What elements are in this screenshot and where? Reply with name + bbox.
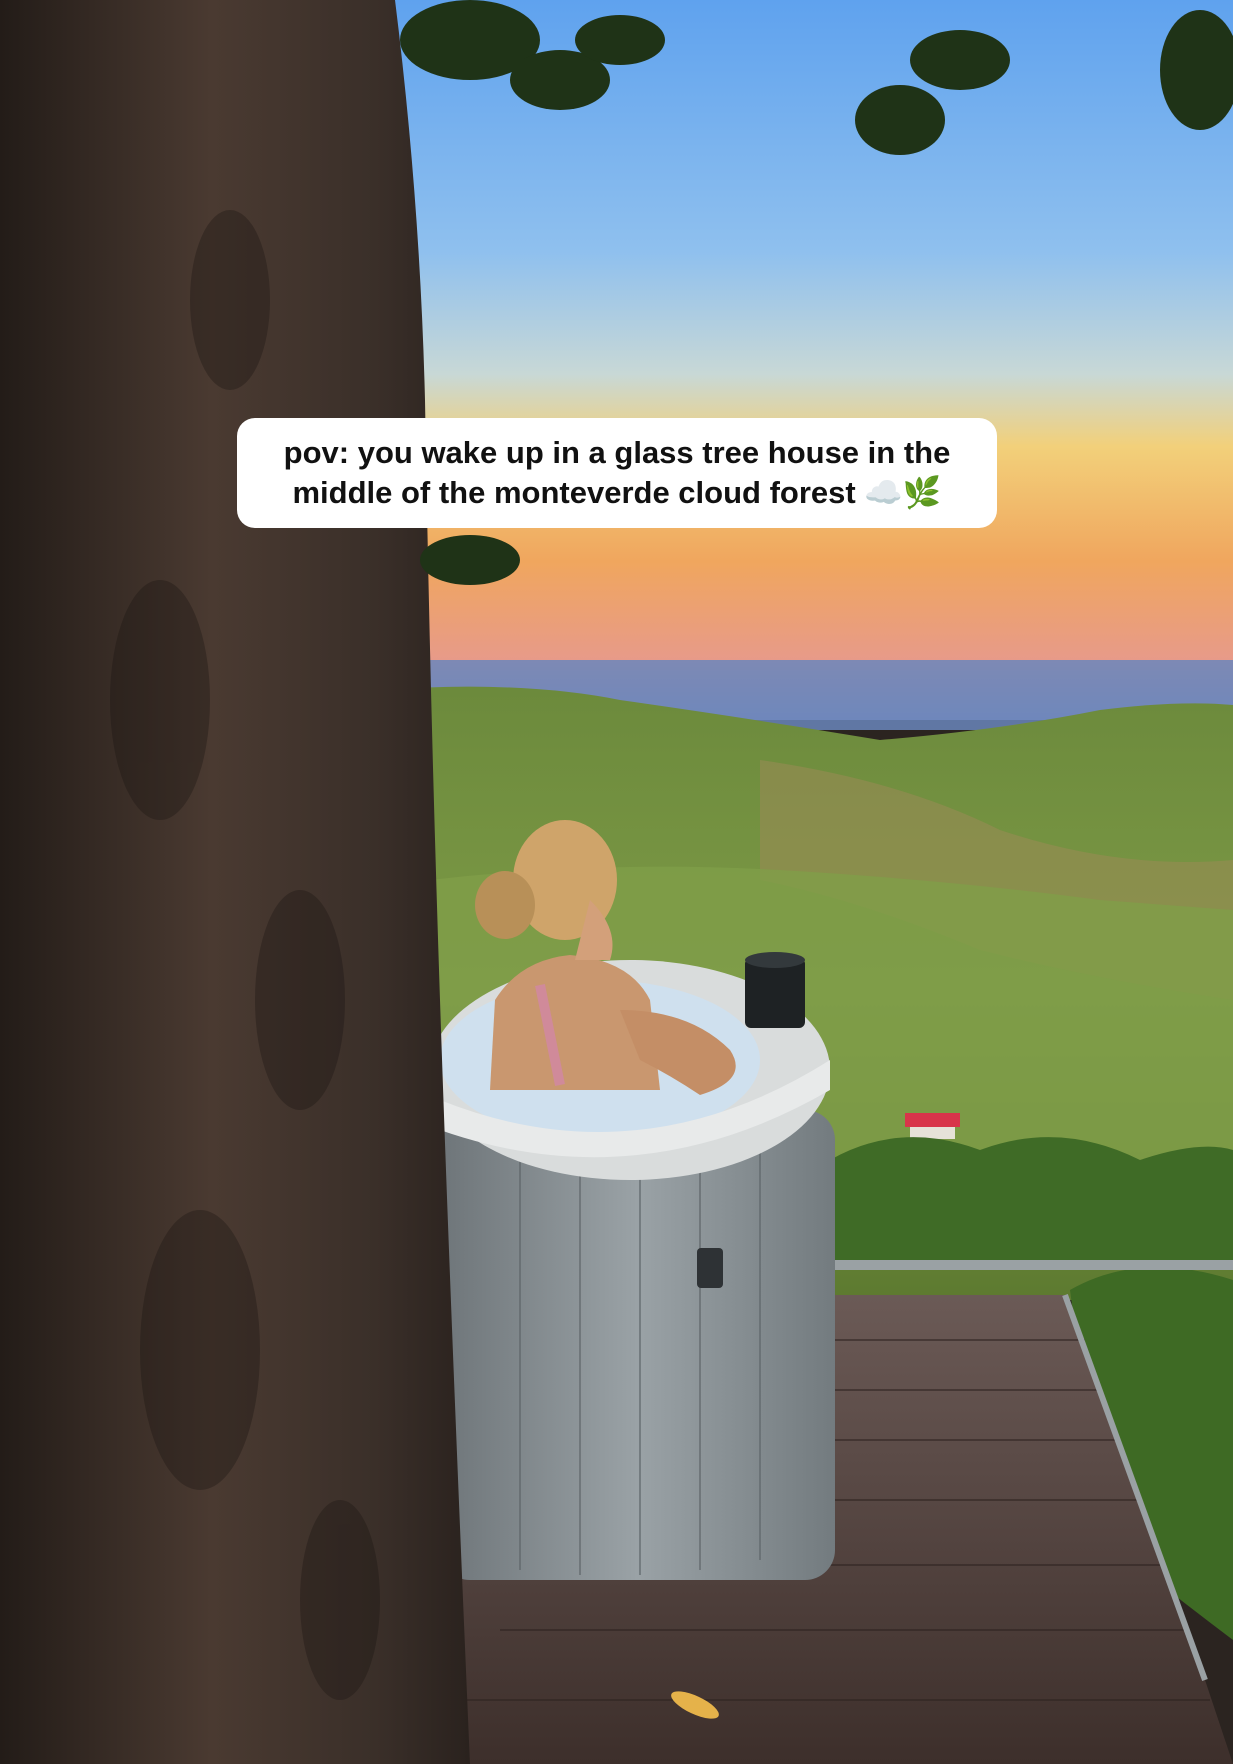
glass-railing-rail <box>830 1260 1233 1270</box>
photo-scene: pov: you wake up in a glass tree house i… <box>0 0 1233 1764</box>
red-roof-house <box>905 1113 960 1127</box>
foreground-foliage <box>830 1137 1233 1270</box>
landscape-photo <box>0 0 1233 1764</box>
caption-text: pov: you wake up in a glass tree house i… <box>237 418 997 528</box>
